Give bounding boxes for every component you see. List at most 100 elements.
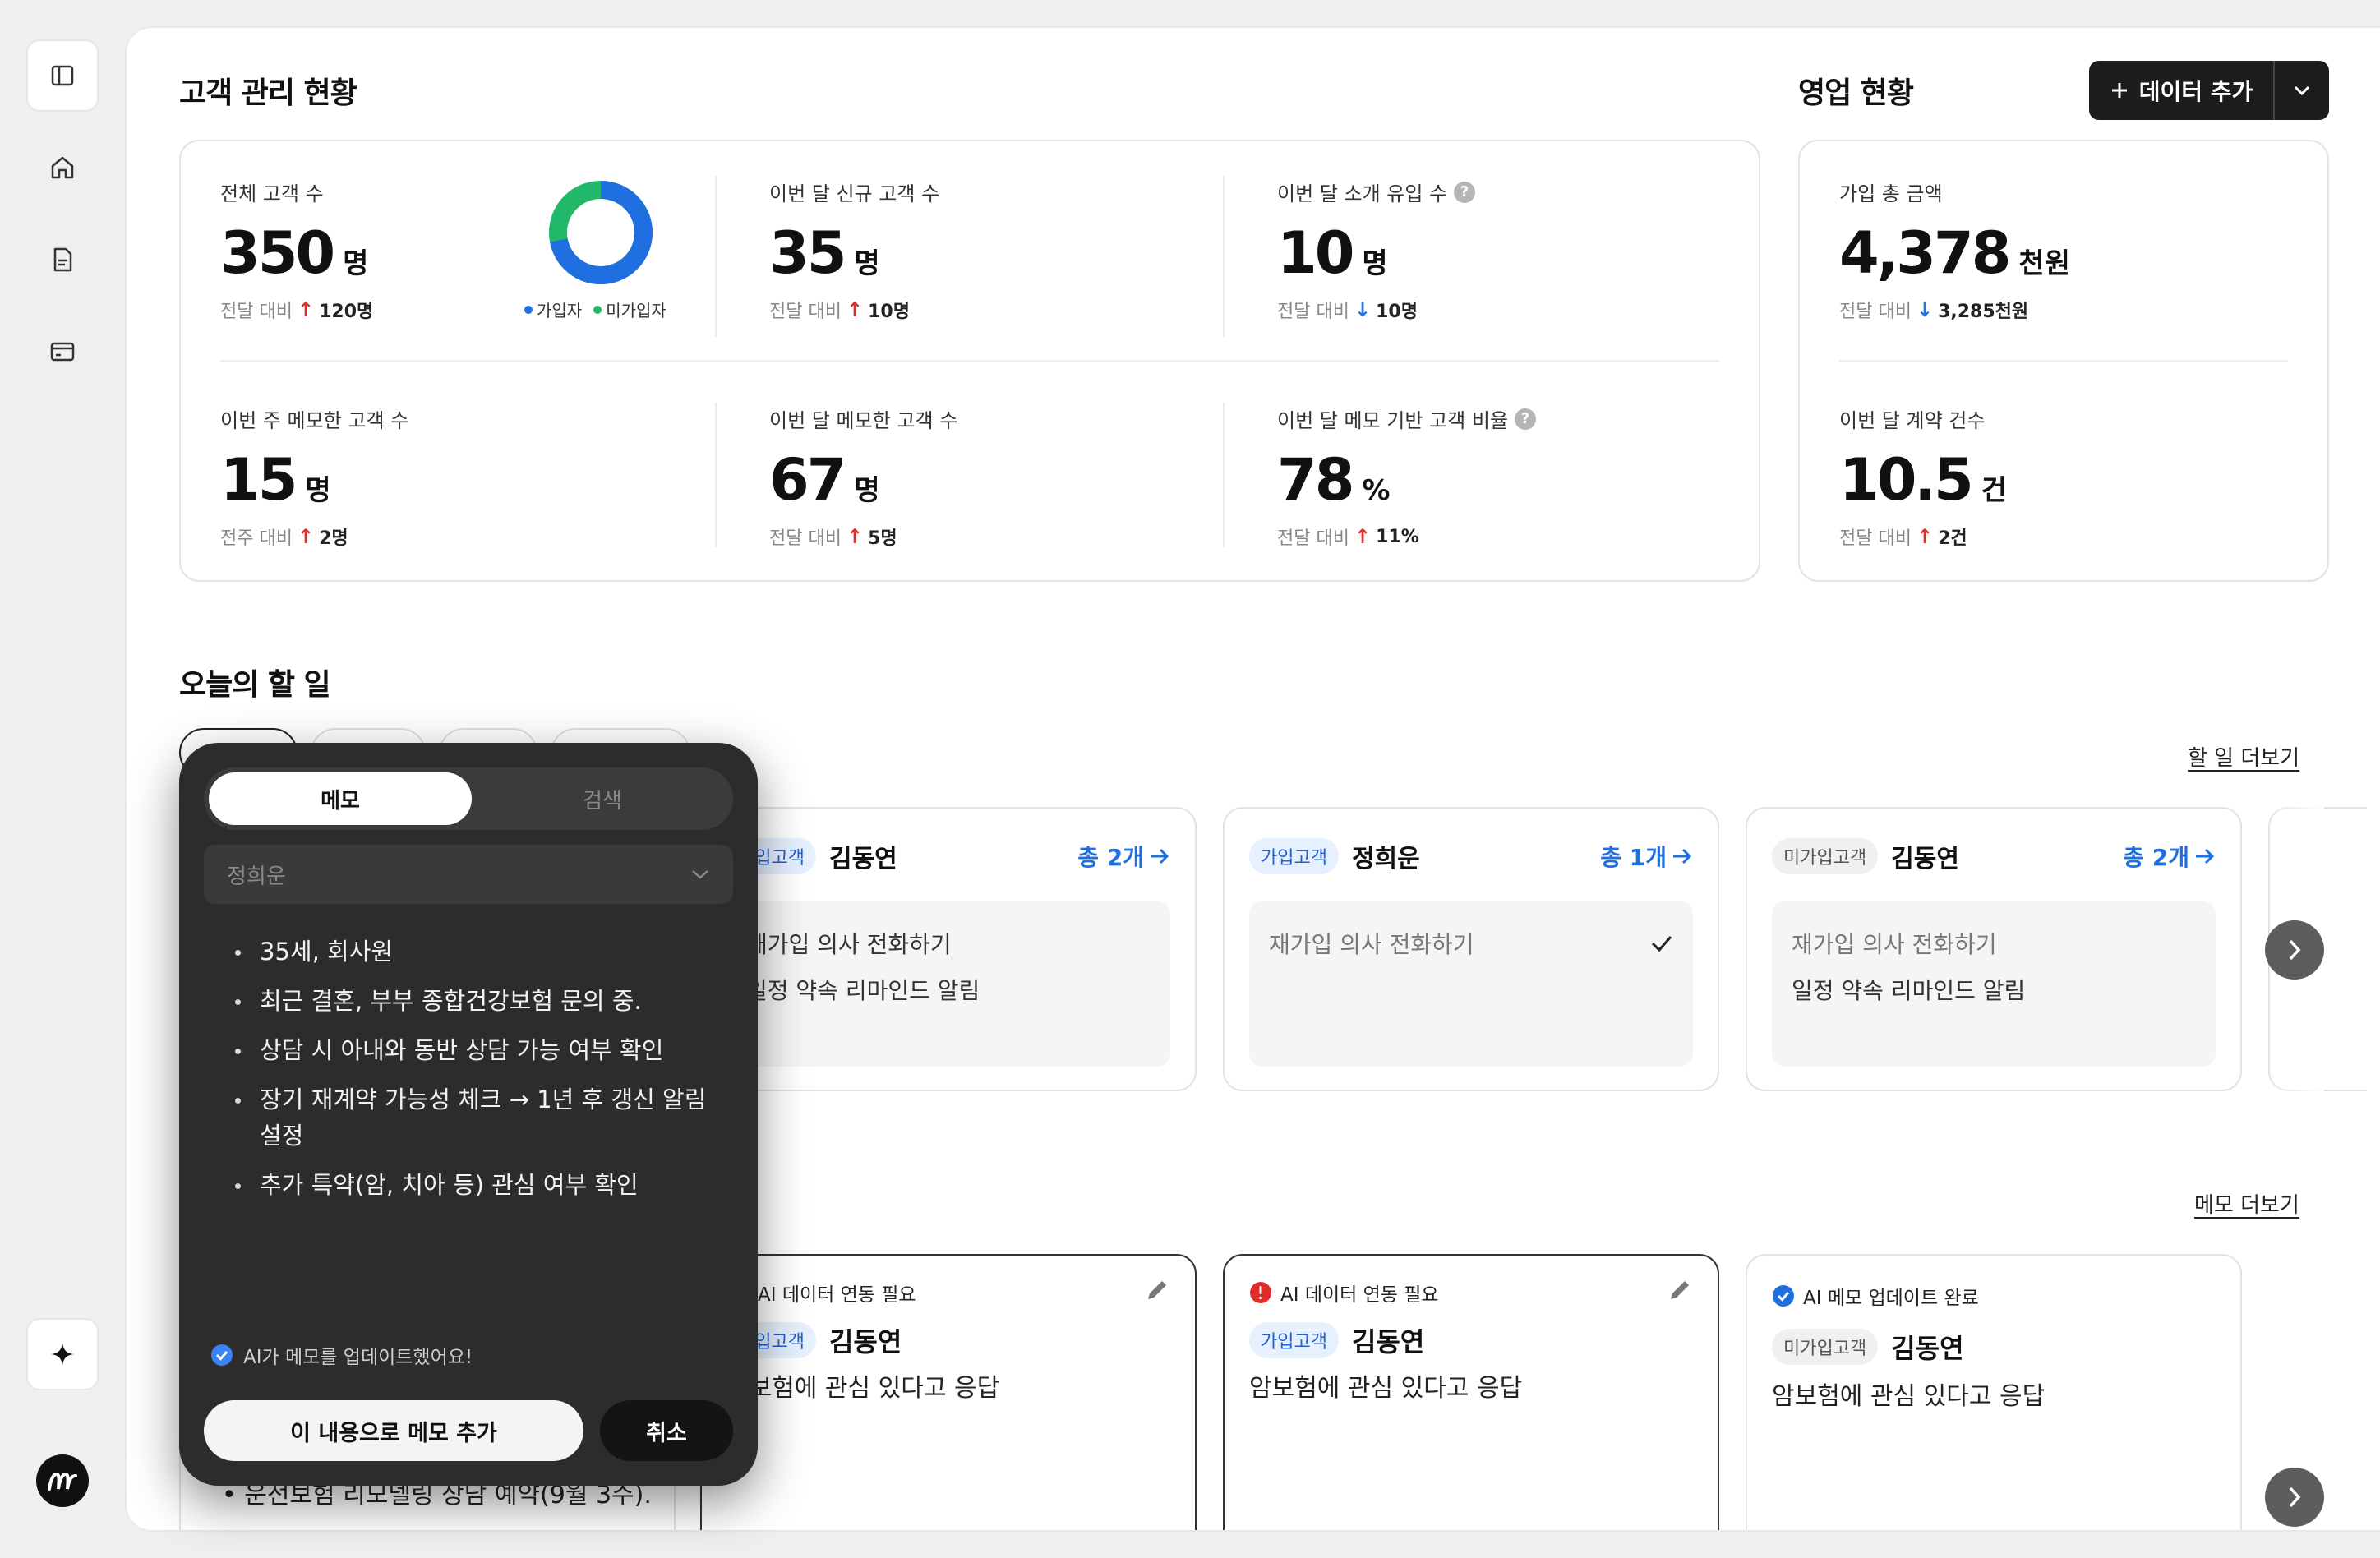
stat-label: 가입 총 금액 bbox=[1839, 182, 1943, 205]
add-data-button[interactable]: 데이터 추가 bbox=[2089, 61, 2273, 120]
task-item[interactable]: 재가입 의사 전화하기 bbox=[1792, 920, 2196, 966]
stat-value: 78 bbox=[1277, 446, 1354, 514]
nav-documents[interactable] bbox=[26, 224, 99, 296]
memo-bullet: 35세, 회사원 bbox=[227, 933, 712, 970]
add-data-button-group: 데이터 추가 bbox=[2089, 61, 2329, 120]
stat-value: 4,378 bbox=[1839, 219, 2011, 287]
document-icon bbox=[53, 247, 72, 272]
customer-select-value: 정희운 bbox=[227, 864, 286, 889]
task-total-link[interactable]: 총 1개 bbox=[1600, 840, 1693, 873]
task-total: 총 2개 bbox=[1077, 844, 1144, 871]
help-icon[interactable]: ? bbox=[1515, 408, 1537, 430]
task-item[interactable]: 일정 약속 리마인드 알림 bbox=[1792, 966, 2196, 1012]
task-total-link[interactable]: 총 2개 bbox=[2123, 840, 2216, 873]
task-item[interactable]: 재가입 의사 전화하기 bbox=[1269, 920, 1673, 966]
task-item[interactable]: 재가입 의사 전화하기 bbox=[746, 920, 1151, 966]
task-text: 재가입 의사 전화하기 bbox=[1269, 931, 1474, 958]
memo-bullet: 상담 시 아내와 동반 상담 가능 여부 확인 bbox=[227, 1032, 712, 1068]
stat-label: 이번 주 메모한 고객 수 bbox=[220, 409, 409, 432]
todo-card[interactable]: 미가입고객 김동연 총 2개 재가입 의사 전화하기 일정 약속 리마인드 알림 bbox=[1746, 807, 2242, 1091]
memo-bullet: 최근 결혼, 부부 종합건강보험 문의 중. bbox=[227, 983, 712, 1019]
customer-type-badge: 가입고객 bbox=[1249, 838, 1339, 874]
ai-assistant-button[interactable] bbox=[26, 1318, 99, 1390]
memo-bullet-list: 35세, 회사원 최근 결혼, 부부 종합건강보험 문의 중. 상담 시 아내와… bbox=[227, 933, 712, 1216]
stat-label: 이번 달 메모 기반 고객 비율 bbox=[1277, 409, 1509, 432]
donut-legend: 가입자 미가입자 bbox=[524, 297, 666, 321]
stat-label: 이번 달 신규 고객 수 bbox=[769, 182, 940, 205]
sidebar bbox=[0, 0, 125, 1558]
memo-status: AI 데이터 연동 필요 bbox=[1280, 1284, 1439, 1306]
check-icon bbox=[1651, 936, 1672, 952]
stat-delta: 3,285천원 bbox=[1938, 302, 2029, 322]
task-list: 재가입 의사 전화하기 bbox=[1249, 901, 1693, 1067]
memo-status: AI 데이터 연동 필요 bbox=[758, 1284, 916, 1306]
check-circle-icon bbox=[1773, 1285, 1794, 1307]
help-icon[interactable]: ? bbox=[1454, 181, 1476, 203]
logo-m-icon bbox=[48, 1472, 77, 1491]
memo-next-button[interactable] bbox=[2265, 1468, 2324, 1527]
todo-card[interactable]: 가입고객 정희운 총 1개 재가입 의사 전화하기 bbox=[1223, 807, 1719, 1091]
stat-total-amount: 가입 총 금액 4,378 천원 전달 대비 ↓ 3,285천원 bbox=[1839, 177, 2070, 323]
edit-pencil-icon[interactable] bbox=[1667, 1277, 1693, 1303]
todo-card[interactable]: 가입고객 김동연 총 2개 재가입 의사 전화하기 일정 약속 리마인드 알림 bbox=[700, 807, 1197, 1091]
task-list: 재가입 의사 전화하기 일정 약속 리마인드 알림 bbox=[726, 901, 1170, 1067]
stat-delta: 2명 bbox=[319, 528, 348, 549]
stat-value: 10 bbox=[1277, 219, 1354, 287]
stat-value: 10.5 bbox=[1839, 446, 1974, 514]
add-data-dropdown-button[interactable] bbox=[2275, 85, 2329, 96]
joined-donut-chart bbox=[547, 179, 654, 286]
tab-search[interactable]: 검색 bbox=[475, 772, 730, 825]
more-todo-link[interactable]: 할 일 더보기 bbox=[2188, 741, 2299, 772]
todo-next-button[interactable] bbox=[2265, 920, 2324, 980]
tab-memo[interactable]: 메모 bbox=[209, 772, 472, 825]
memo-text: 암보험에 관심 있다고 응답 bbox=[1249, 1374, 1523, 1403]
arrow-down-icon: ↓ bbox=[1354, 298, 1372, 321]
task-total-link[interactable]: 총 2개 bbox=[1077, 840, 1170, 873]
cancel-button[interactable]: 취소 bbox=[600, 1400, 733, 1461]
donut-svg bbox=[549, 181, 653, 284]
customer-name: 김동연 bbox=[1891, 845, 1960, 873]
stat-unit: 건 bbox=[1981, 474, 2007, 507]
customer-select[interactable]: 정희운 bbox=[204, 845, 733, 904]
stat-value: 35 bbox=[769, 219, 846, 287]
sidebar-toggle-button[interactable] bbox=[26, 39, 99, 112]
stat-week-memo-customers: 이번 주 메모한 고객 수 15 명 전주 대비 ↑ 2명 bbox=[220, 404, 408, 550]
stat-compare-label: 전달 대비 bbox=[769, 528, 842, 549]
stat-label: 이번 달 계약 건수 bbox=[1839, 409, 1986, 432]
stat-unit: 명 bbox=[1362, 247, 1388, 280]
task-item[interactable]: 일정 약속 리마인드 알림 bbox=[746, 966, 1151, 1012]
ai-update-note: AI가 메모를 업데이트했어요! bbox=[210, 1341, 473, 1369]
arrow-up-icon: ↑ bbox=[297, 298, 315, 321]
memo-bullet: 추가 특약(암, 치아 등) 관심 여부 확인 bbox=[227, 1167, 712, 1203]
arrow-right-icon bbox=[1673, 848, 1692, 864]
nav-home[interactable] bbox=[26, 131, 99, 204]
sidebar-toggle-icon bbox=[51, 65, 74, 86]
stat-label: 전체 고객 수 bbox=[220, 182, 324, 205]
nav-payments[interactable] bbox=[26, 316, 99, 388]
stat-compare-label: 전달 대비 bbox=[220, 302, 293, 322]
memo-card[interactable]: AI 데이터 연동 필요 가입고객 김동연 암보험에 관심 있다고 응답 bbox=[1223, 1254, 1719, 1530]
ai-note-text: AI가 메모를 업데이트했어요! bbox=[243, 1347, 473, 1368]
memo-card[interactable]: AI 메모 업데이트 완료 미가입고객 김동연 암보험에 관심 있다고 응답 bbox=[1746, 1254, 2242, 1530]
arrow-up-icon: ↑ bbox=[1354, 525, 1372, 548]
divider bbox=[220, 360, 1719, 362]
stat-delta: 2건 bbox=[1938, 528, 1967, 549]
arrow-up-icon: ↑ bbox=[297, 525, 315, 548]
stat-delta: 10명 bbox=[868, 302, 910, 322]
edit-pencil-icon[interactable] bbox=[1144, 1277, 1170, 1303]
divider bbox=[1223, 403, 1225, 547]
memo-status: AI 메모 업데이트 완료 bbox=[1803, 1288, 1979, 1309]
stat-unit: 명 bbox=[854, 474, 880, 507]
customer-name: 정희운 bbox=[1351, 845, 1420, 873]
stat-delta: 11% bbox=[1376, 526, 1419, 547]
add-memo-button[interactable]: 이 내용으로 메모 추가 bbox=[204, 1400, 583, 1461]
memo-card[interactable]: AI 데이터 연동 필요 가입고객 김동연 암보험에 관심 있다고 응답 bbox=[700, 1254, 1197, 1530]
task-list: 재가입 의사 전화하기 일정 약속 리마인드 알림 bbox=[1772, 901, 2216, 1067]
legend-dot-joined bbox=[524, 305, 533, 314]
divider bbox=[715, 403, 717, 547]
app-logo[interactable] bbox=[36, 1454, 89, 1507]
stat-memo-ratio: 이번 달 메모 기반 고객 비율? 78% 전달 대비 ↑ 11% bbox=[1277, 404, 1537, 550]
more-memo-link[interactable]: 메모 더보기 bbox=[2194, 1188, 2299, 1219]
error-icon bbox=[1250, 1282, 1271, 1303]
chevron-down-icon bbox=[2294, 85, 2310, 96]
